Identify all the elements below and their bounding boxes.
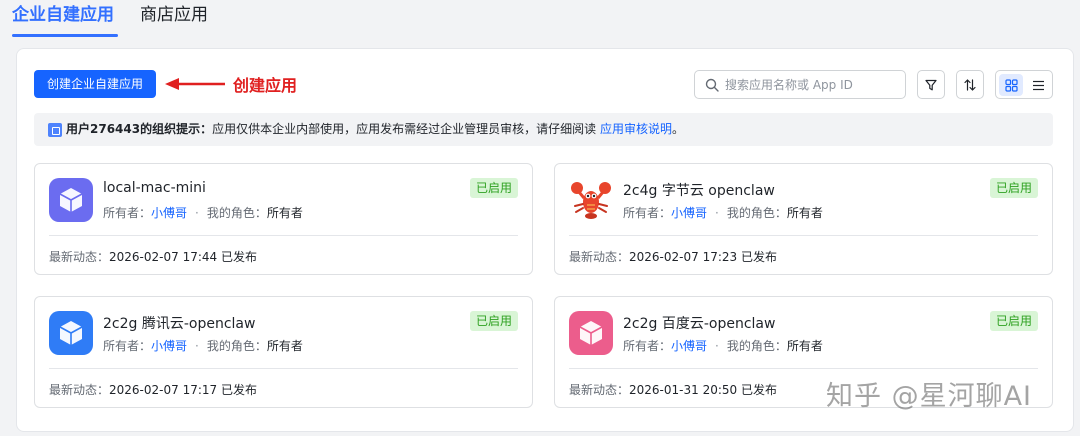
filter-icon [925,79,937,90]
app-card[interactable]: local-mac-mini 所有者：小傅哥 · 我的角色：所有者 已启用 最新动态… [34,163,533,275]
role-label: 我的角色： [726,206,787,220]
activity-value: 2026-02-07 17:44 已发布 [109,250,257,264]
status-badge: 已启用 [469,178,518,198]
notice-prefix: 用户276443的组织提示： [66,122,213,136]
list-view-button[interactable] [1026,74,1050,96]
app-role: 所有者 [266,206,303,220]
role-label: 我的角色： [206,206,267,220]
app-meta: 所有者：小傅哥 · 我的角色：所有者 [103,337,303,354]
app-role: 所有者 [266,339,303,353]
activity-label: 最新动态： [569,250,630,264]
active-tab-indicator [12,34,118,37]
cube-icon [49,311,93,355]
grid-view-button[interactable] [999,74,1023,96]
owner-label: 所有者： [103,339,152,353]
filter-button[interactable] [917,70,945,99]
card-divider [569,235,1038,236]
card-divider [49,368,518,369]
activity-value: 2026-02-07 17:23 已发布 [629,250,777,264]
sort-button[interactable] [956,70,984,99]
meta-separator: · [195,339,199,353]
create-app-button[interactable]: 创建企业自建应用 [34,70,156,98]
tab-enterprise-apps[interactable]: 企业自建应用 [12,4,114,26]
app-owner[interactable]: 小傅哥 [671,206,707,220]
cube-icon [569,311,613,355]
app-meta: 所有者：小傅哥 · 我的角色：所有者 [103,204,303,221]
app-role: 所有者 [786,206,823,220]
meta-separator: · [715,339,719,353]
app-tabs: 企业自建应用 商店应用 [0,0,1080,40]
search-icon [705,78,719,92]
annotation-arrow-icon [165,78,225,90]
watermark: 知乎 @星河聊AI [826,381,1033,412]
notice-icon [48,123,62,137]
app-activity: 最新动态：2026-01-31 20:50 已发布 [569,381,777,398]
activity-label: 最新动态： [49,250,110,264]
app-activity: 最新动态：2026-02-07 17:17 已发布 [49,381,257,398]
owner-label: 所有者： [623,339,672,353]
app-activity: 最新动态：2026-02-07 17:44 已发布 [49,248,257,265]
meta-separator: · [715,206,719,220]
owner-label: 所有者： [103,206,152,220]
meta-separator: · [195,206,199,220]
search-input[interactable] [725,75,900,95]
activity-label: 最新动态： [569,383,630,397]
search-box[interactable] [694,70,906,99]
app-owner[interactable]: 小傅哥 [151,206,187,220]
cube-icon [49,178,93,222]
org-notice-banner: 用户276443的组织提示：应用仅供本企业内部使用，应用发布需经过企业管理员审核… [34,113,1053,146]
view-toggle [995,70,1053,99]
app-owner[interactable]: 小傅哥 [671,339,707,353]
app-name: 2c2g 百度云-openclaw [623,316,776,332]
owner-label: 所有者： [623,206,672,220]
activity-label: 最新动态： [49,383,110,397]
app-name: 2c2g 腾讯云-openclaw [103,316,256,332]
app-card[interactable]: 2c2g 腾讯云-openclaw 所有者：小傅哥 · 我的角色：所有者 已启用 最… [34,296,533,408]
activity-value: 2026-02-07 17:17 已发布 [109,383,257,397]
app-owner[interactable]: 小傅哥 [151,339,187,353]
app-card[interactable]: 2c4g 字节云 openclaw 所有者：小傅哥 · 我的角色：所有者 已启用 最… [554,163,1053,275]
lobster-icon [571,182,611,219]
notice-suffix: 。 [671,122,684,136]
annotation-label: 创建应用 [233,76,298,95]
status-badge: 已启用 [469,311,518,331]
grid-view-icon [1004,78,1018,92]
tab-store-apps[interactable]: 商店应用 [140,4,208,26]
status-badge: 已启用 [989,178,1038,198]
sort-icon [964,78,976,91]
app-meta: 所有者：小傅哥 · 我的角色：所有者 [623,204,823,221]
notice-text: 用户276443的组织提示：应用仅供本企业内部使用，应用发布需经过企业管理员审核… [66,113,684,146]
review-guide-link[interactable]: 应用审核说明 [600,122,672,136]
card-divider [569,368,1038,369]
app-name: 2c4g 字节云 openclaw [623,183,775,199]
card-divider [49,235,518,236]
app-name: local-mac-mini [103,180,206,196]
app-meta: 所有者：小傅哥 · 我的角色：所有者 [623,337,823,354]
notice-body: 应用仅供本企业内部使用，应用发布需经过企业管理员审核，请仔细阅读 [212,122,600,136]
role-label: 我的角色： [726,339,787,353]
app-role: 所有者 [786,339,823,353]
list-view-icon [1032,80,1044,90]
status-badge: 已启用 [989,311,1038,331]
role-label: 我的角色： [206,339,267,353]
activity-value: 2026-01-31 20:50 已发布 [629,383,777,397]
app-activity: 最新动态：2026-02-07 17:23 已发布 [569,248,777,265]
